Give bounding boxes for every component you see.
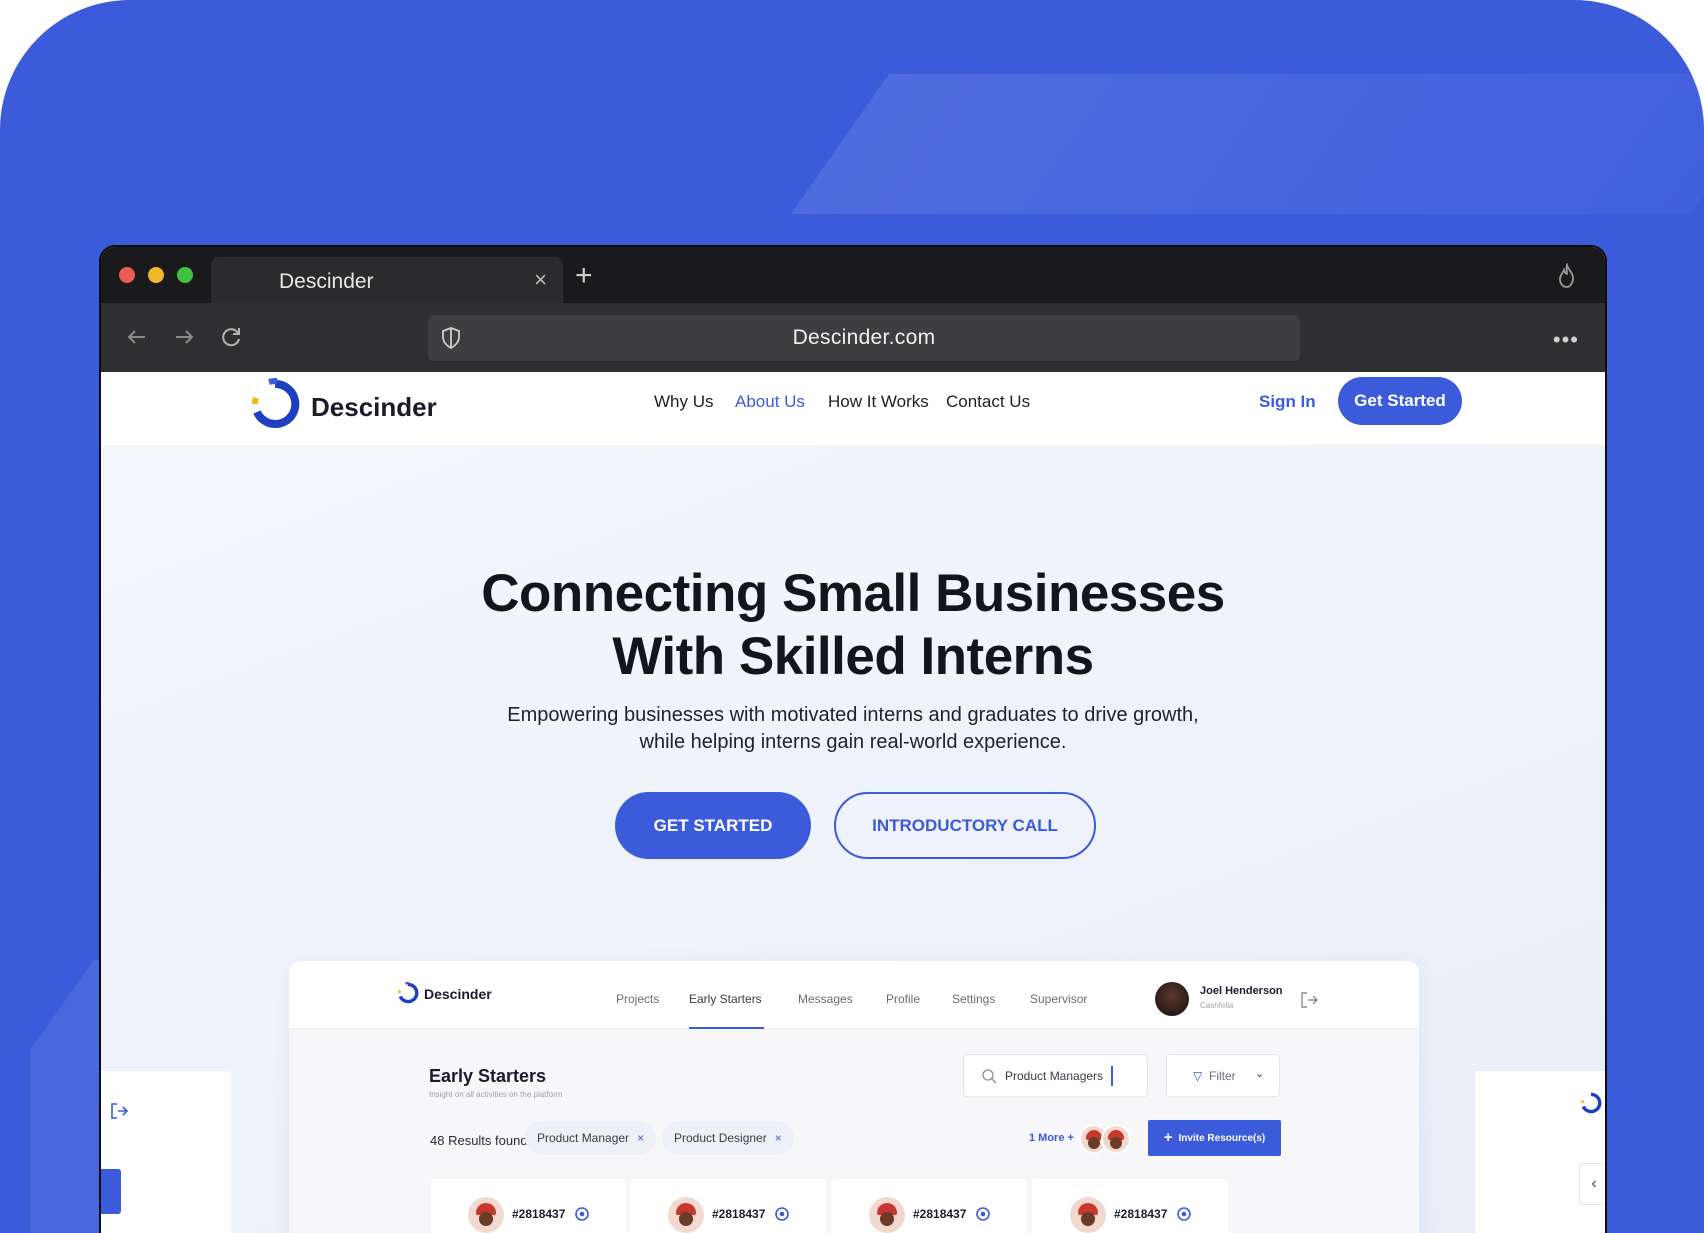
starter-id: #2818437	[1114, 1207, 1168, 1221]
close-window-button[interactable]	[119, 267, 135, 283]
forward-arrow-icon[interactable]	[170, 323, 198, 351]
header-get-started-button[interactable]: Get Started	[1338, 377, 1462, 425]
browser-titlebar: Descinder × +	[101, 247, 1605, 303]
site-header: Descinder Why Us About Us How It Works C…	[101, 372, 1605, 445]
search-icon	[982, 1069, 997, 1084]
search-value: Product Managers	[1005, 1069, 1104, 1083]
introductory-call-button[interactable]: INTRODUCTORY CALL	[834, 792, 1096, 859]
collapse-chevron-icon[interactable]: ‹	[1579, 1163, 1605, 1205]
background-decoration	[790, 74, 1704, 214]
hero-title-line2: With Skilled Interns	[612, 627, 1094, 686]
avatar	[468, 1197, 504, 1233]
starter-card[interactable]: #2818437	[1032, 1179, 1228, 1233]
starter-id: #2818437	[712, 1207, 766, 1221]
tab-close-icon[interactable]: ×	[534, 267, 547, 293]
tab-title: Descinder	[279, 270, 374, 293]
brand-logo-icon	[252, 377, 300, 428]
text-cursor	[1111, 1066, 1113, 1086]
eye-icon[interactable]	[575, 1207, 589, 1221]
filter-chip[interactable]: Product Manager ×	[525, 1121, 657, 1155]
website-viewport: Descinder Why Us About Us How It Works C…	[101, 372, 1605, 1233]
avatar	[1101, 1124, 1131, 1154]
nav-link-contact-us[interactable]: Contact Us	[946, 392, 1030, 412]
hero-get-started-button[interactable]: GET STARTED	[615, 792, 811, 859]
nav-link-about-us[interactable]: About Us	[735, 392, 805, 412]
dashboard-preview: Descinder Projects Early Starters Messag…	[289, 961, 1419, 1233]
browser-window: Descinder × + Descinder.com ••• Descinde…	[101, 247, 1605, 1233]
more-options-icon[interactable]: •••	[1553, 327, 1579, 353]
url-text: Descinder.com	[792, 326, 936, 349]
address-bar[interactable]: Descinder.com	[428, 315, 1300, 361]
results-count: 48 Results found	[430, 1133, 528, 1148]
dashboard-brand-name: Descinder	[424, 986, 492, 1002]
logout-icon[interactable]	[1299, 991, 1319, 1009]
plus-icon: +	[1163, 1129, 1173, 1146]
browser-toolbar: Descinder.com •••	[101, 303, 1605, 372]
starter-card[interactable]: #2818437	[430, 1179, 626, 1233]
avatar	[869, 1197, 905, 1233]
avatar[interactable]	[1155, 982, 1189, 1016]
dash-tab-projects[interactable]: Projects	[616, 992, 659, 1006]
nav-link-how-it-works[interactable]: How It Works	[828, 392, 929, 412]
filter-chip-label: Product Designer	[674, 1131, 767, 1145]
new-tab-button[interactable]: +	[575, 259, 593, 293]
back-arrow-icon[interactable]	[123, 323, 151, 351]
active-tab-underline	[689, 1027, 764, 1029]
preview-side-panel-right: ‹	[1475, 1071, 1605, 1233]
dashboard-logo[interactable]: Descinder	[396, 981, 492, 1010]
chevron-down-icon: ⌄	[1255, 1068, 1265, 1080]
hero-title: Connecting Small Businesses With Skilled…	[101, 562, 1605, 688]
nav-link-why-us[interactable]: Why Us	[654, 392, 714, 412]
preview-side-panel-left	[101, 1071, 231, 1233]
invite-label: Invite Resource(s)	[1178, 1133, 1266, 1144]
filter-chip-label: Product Manager	[537, 1131, 630, 1145]
filter-icon: ▽	[1193, 1069, 1203, 1083]
maximize-window-button[interactable]	[177, 267, 193, 283]
starter-card[interactable]: #2818437	[630, 1179, 826, 1233]
brand-logo-icon	[398, 981, 419, 1004]
close-icon[interactable]: ×	[637, 1131, 644, 1145]
dash-tab-settings[interactable]: Settings	[952, 992, 995, 1006]
eye-icon[interactable]	[775, 1207, 789, 1221]
eye-icon[interactable]	[976, 1207, 990, 1221]
browser-tab[interactable]: Descinder ×	[211, 257, 563, 303]
avatar	[1070, 1197, 1106, 1233]
logout-icon[interactable]	[109, 1101, 129, 1121]
filter-label: Filter	[1209, 1069, 1236, 1083]
user-company: Cashfella	[1200, 1001, 1234, 1010]
hero-title-line1: Connecting Small Businesses	[481, 564, 1225, 623]
page-subtitle: Insight on all activities on the platfor…	[429, 1090, 563, 1099]
sign-in-link[interactable]: Sign In	[1259, 392, 1316, 412]
flame-icon[interactable]	[1555, 263, 1579, 289]
more-filters-link[interactable]: 1 More +	[1029, 1132, 1074, 1144]
minimize-window-button[interactable]	[148, 267, 164, 283]
hero-subtitle: Empowering businesses with motivated int…	[507, 704, 1199, 753]
dashboard-header: Descinder Projects Early Starters Messag…	[289, 961, 1419, 1029]
brand-name: Descinder	[311, 392, 437, 422]
dash-tab-messages[interactable]: Messages	[798, 992, 853, 1006]
dash-tab-early-starters[interactable]: Early Starters	[689, 992, 762, 1006]
search-input[interactable]: Product Managers	[963, 1054, 1148, 1097]
starter-id: #2818437	[512, 1207, 566, 1221]
reload-icon[interactable]	[217, 323, 245, 351]
user-name: Joel Henderson	[1200, 985, 1283, 997]
filter-chip[interactable]: Product Designer ×	[662, 1121, 794, 1155]
filter-dropdown[interactable]: ▽ Filter ⌄	[1166, 1054, 1280, 1097]
invite-resources-button[interactable]: + Invite Resource(s)	[1148, 1120, 1281, 1156]
brand-logo-icon	[1581, 1092, 1602, 1114]
close-icon[interactable]: ×	[775, 1131, 782, 1145]
starter-card[interactable]: #2818437	[831, 1179, 1027, 1233]
avatar	[668, 1197, 704, 1233]
eye-icon[interactable]	[1177, 1207, 1191, 1221]
starter-id: #2818437	[913, 1207, 967, 1221]
dash-tab-supervisor[interactable]: Supervisor	[1030, 992, 1087, 1006]
page-title: Early Starters	[429, 1066, 547, 1086]
dash-tab-profile[interactable]: Profile	[886, 992, 920, 1006]
active-indicator	[101, 1169, 121, 1214]
